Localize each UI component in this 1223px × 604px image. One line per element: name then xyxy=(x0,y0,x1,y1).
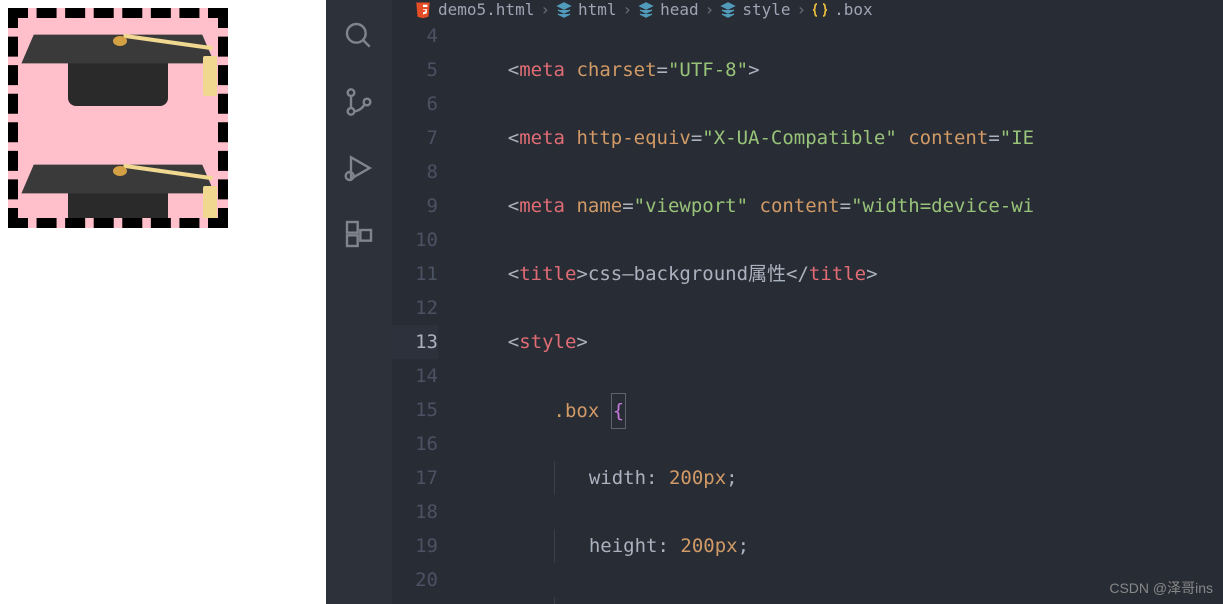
symbol-icon xyxy=(556,2,572,18)
symbol-icon xyxy=(720,2,736,18)
activity-bar xyxy=(326,0,392,604)
breadcrumb-part[interactable]: .box xyxy=(834,0,873,19)
breadcrumb-part[interactable]: head xyxy=(660,0,699,19)
code-content[interactable]: <meta charset="UTF-8"> <meta http-equiv=… xyxy=(462,19,1223,604)
source-control-icon[interactable] xyxy=(343,86,375,122)
css-rule-icon xyxy=(812,2,828,18)
breadcrumb-file[interactable]: demo5.html xyxy=(438,0,534,19)
breadcrumb-part[interactable]: style xyxy=(742,0,790,19)
preview-pane xyxy=(0,0,326,604)
gutter: 4 5 6 7 8 9 10 11 12 13 14 15 16 17 18 1… xyxy=(392,19,462,604)
watermark: CSDN @泽哥ins xyxy=(1109,578,1213,598)
extensions-icon[interactable] xyxy=(343,218,375,254)
rendered-box xyxy=(8,8,228,228)
debug-icon[interactable] xyxy=(343,152,375,188)
breadcrumb-part[interactable]: html xyxy=(578,0,617,19)
breadcrumb[interactable]: demo5.html › html › head › style › .box xyxy=(392,0,1223,19)
search-icon[interactable] xyxy=(343,20,375,56)
html5-icon xyxy=(414,1,432,19)
symbol-icon xyxy=(638,2,654,18)
editor: demo5.html › html › head › style › .box … xyxy=(392,0,1223,604)
code-area[interactable]: 4 5 6 7 8 9 10 11 12 13 14 15 16 17 18 1… xyxy=(392,19,1223,604)
